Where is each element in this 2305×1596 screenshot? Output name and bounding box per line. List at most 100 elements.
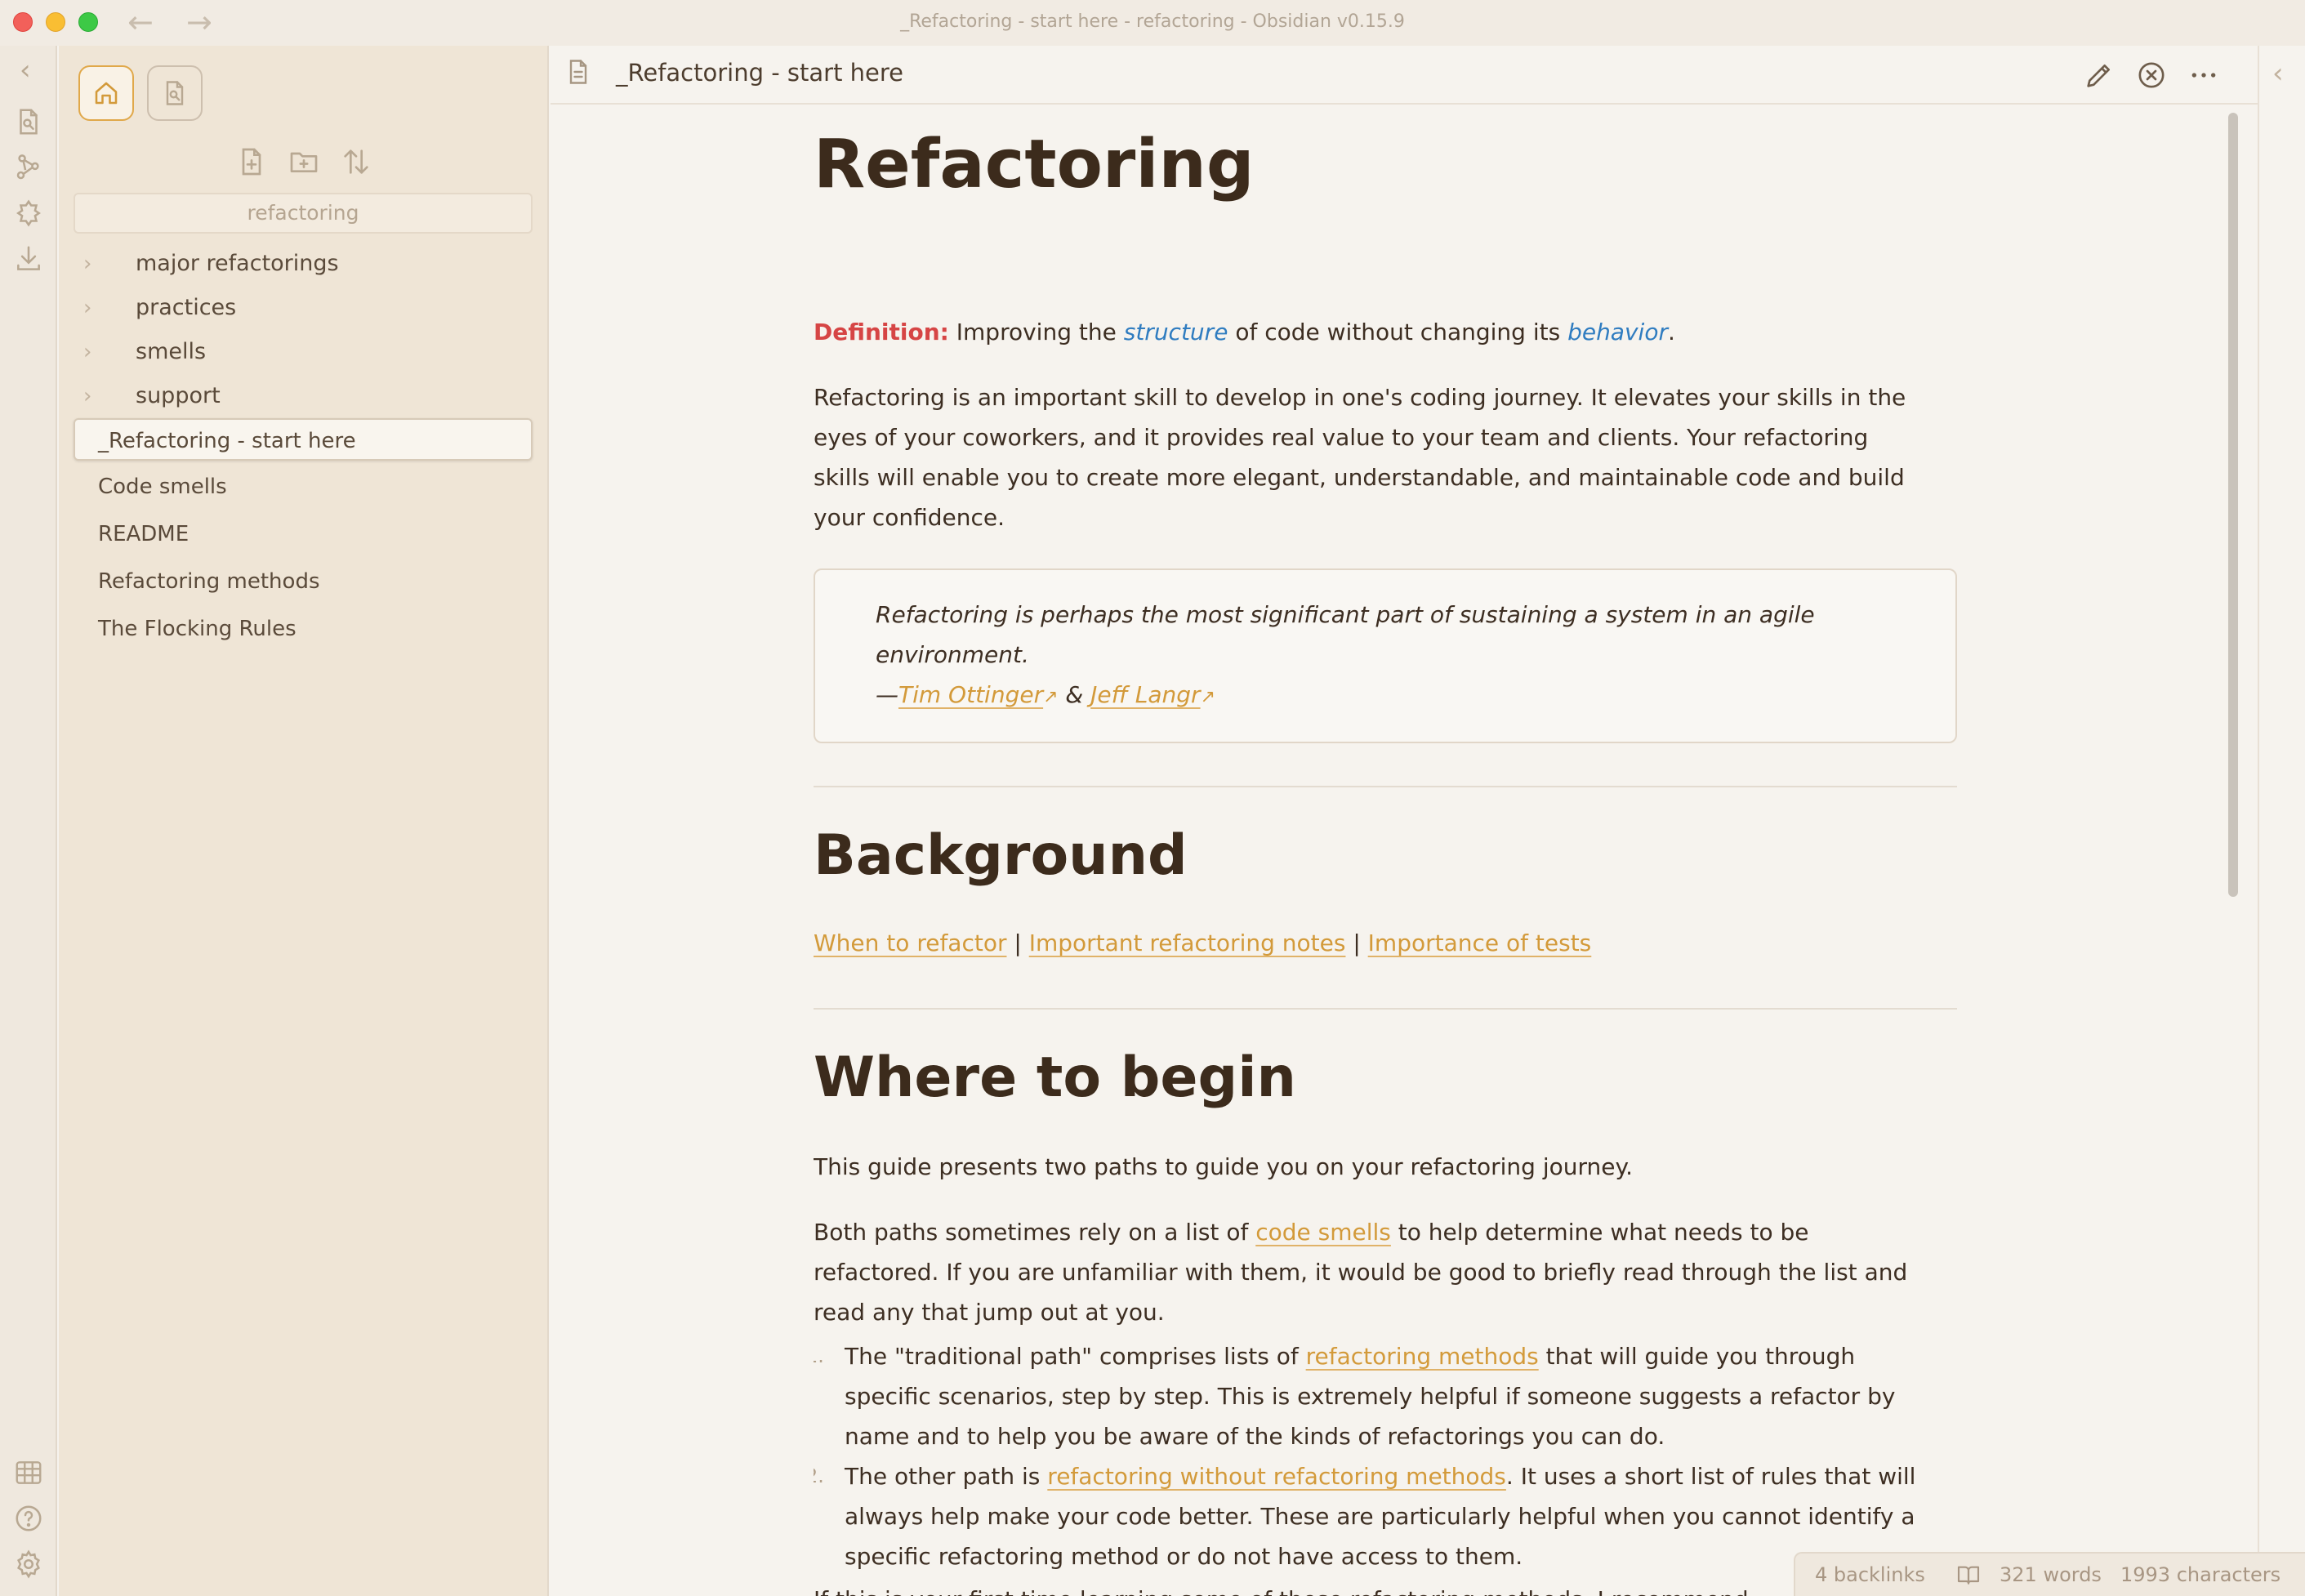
file-icon [564, 57, 593, 87]
refactoring-methods-link[interactable]: refactoring methods [1306, 1343, 1539, 1370]
chevron-right-icon: › [83, 340, 92, 364]
definition-text: of code without changing its [1228, 319, 1568, 346]
character-count: 1993 characters [2120, 1563, 2281, 1586]
text-span: The "traditional path" comprises lists o… [845, 1343, 1306, 1370]
paragraph-line: Both paths sometimes rely on a list of c… [814, 1212, 1957, 1252]
when-to-refactor-link[interactable]: When to refactor [814, 930, 1006, 956]
intro-line: Refactoring is an important skill to dev… [814, 384, 1906, 411]
definition-text: . [1667, 319, 1675, 346]
heading-where-to-begin: Where to begin [814, 1045, 1296, 1110]
quote-line: environment. [876, 641, 1029, 668]
file-label: Code smells [98, 475, 227, 499]
reading-view-icon[interactable] [1955, 1562, 1982, 1593]
files-tab[interactable] [78, 65, 134, 121]
file-search-icon [166, 81, 184, 105]
file-readme[interactable]: README [74, 513, 533, 555]
definition-label: Definition: [814, 319, 949, 346]
close-circle-icon[interactable] [2135, 59, 2168, 91]
scrollbar[interactable] [2225, 113, 2241, 1583]
list-line: The other path is refactoring without re… [845, 1456, 1957, 1496]
structure-emphasis: structure [1123, 319, 1228, 346]
external-link-icon: ↗ [1200, 687, 1215, 707]
jeff-langr-link[interactable]: Jeff Langr [1090, 681, 1200, 708]
list-line: always help make your code better. These… [845, 1503, 1915, 1530]
file-the-flocking-rules[interactable]: The Flocking Rules [74, 608, 533, 650]
link-separator: | [1345, 930, 1368, 956]
file-refactoring-methods[interactable]: Refactoring methods [74, 560, 533, 603]
file-refactoring-start-here[interactable]: _Refactoring - start here [74, 418, 533, 461]
intro-paragraph: Refactoring is an important skill to dev… [814, 377, 1957, 537]
new-folder-icon[interactable] [288, 145, 320, 178]
chevron-right-icon: › [83, 384, 92, 408]
left-ribbon: ‹ [0, 46, 57, 1596]
divider [814, 786, 1957, 787]
importance-of-tests-link[interactable]: Importance of tests [1368, 930, 1592, 956]
folder-practices[interactable]: › practices [74, 288, 533, 328]
new-note-icon[interactable] [235, 145, 268, 178]
quote-line: Refactoring is perhaps the most signific… [876, 601, 1815, 628]
folder-smells[interactable]: › smells [74, 332, 533, 372]
text-span: . It uses a short list of rules that wil… [1505, 1463, 1916, 1490]
list-line: name and to help you be aware of the kin… [845, 1423, 1665, 1450]
folder-label: support [136, 383, 221, 408]
paragraph-line: refactored. If you are unfamiliar with t… [814, 1259, 1908, 1286]
chevron-right-icon: › [83, 252, 92, 276]
begin-paragraph-1: This guide presents two paths to guide y… [814, 1153, 1633, 1180]
quote-dash: — [876, 681, 898, 708]
folder-label: smells [136, 339, 207, 364]
text-span: Both paths sometimes rely on a list of [814, 1219, 1256, 1246]
scrollbar-thumb[interactable] [2228, 113, 2238, 897]
file-label: _Refactoring - start here [98, 429, 356, 453]
file-label: The Flocking Rules [98, 617, 296, 641]
status-bar: 4 backlinks 321 words 1993 characters [1794, 1552, 2305, 1596]
note-content: ⌄ Refactoring Definition: Improving the … [814, 105, 1957, 1596]
home-icon [95, 82, 118, 105]
text-span: to help determine what needs to be [1390, 1219, 1809, 1246]
background-links: When to refactor | Important refactoring… [814, 923, 1957, 963]
external-link-icon: ↗ [1043, 687, 1059, 707]
search-tab[interactable] [147, 65, 203, 121]
folder-label: practices [136, 295, 237, 320]
heading-background: Background [814, 823, 1188, 888]
important-refactoring-notes-link[interactable]: Important refactoring notes [1029, 930, 1346, 956]
settings-icon[interactable] [13, 1549, 44, 1580]
tim-ottinger-link[interactable]: Tim Ottinger [898, 681, 1043, 708]
folder-major-refactorings[interactable]: › major refactorings [74, 243, 533, 284]
link-separator: | [1006, 930, 1029, 956]
list-line: specific refactoring method or do not ha… [845, 1543, 1523, 1570]
view-header: _Refactoring - start here [551, 46, 2258, 105]
backlinks-count[interactable]: 4 backlinks [1815, 1563, 1925, 1586]
list-line: The "traditional path" comprises lists o… [845, 1336, 1957, 1376]
graph-view-icon[interactable] [13, 152, 44, 183]
help-icon[interactable] [13, 1503, 44, 1534]
refactoring-without-methods-link[interactable]: refactoring without refactoring methods [1047, 1463, 1506, 1490]
plugin-icon[interactable] [13, 198, 44, 229]
chevron-left-icon: ‹ [2272, 57, 2284, 90]
vault-name[interactable]: refactoring [74, 193, 533, 234]
begin-paragraph-2: Both paths sometimes rely on a list of c… [814, 1212, 1957, 1332]
right-sidebar-toggle[interactable]: ‹ [2258, 46, 2305, 1596]
blockquote: Refactoring is perhaps the most signific… [814, 568, 1957, 743]
note-title[interactable]: _Refactoring - start here [616, 59, 903, 87]
file-code-smells[interactable]: Code smells [74, 466, 533, 508]
intro-line: skills will enable you to create more el… [814, 464, 1905, 491]
more-options-icon[interactable] [2187, 59, 2220, 91]
edit-pencil-icon[interactable] [2083, 59, 2116, 91]
definition-text: Improving the [948, 319, 1124, 346]
cutoff-paragraph: If this is your first time learning some… [814, 1580, 1957, 1596]
heading-refactoring: Refactoring [814, 126, 1255, 203]
title-bar: ← → _Refactoring - start here - refactor… [0, 0, 2305, 46]
quick-switcher-icon[interactable] [13, 106, 44, 137]
sort-icon[interactable] [340, 145, 372, 178]
list-line: specific scenarios, step by step. This i… [845, 1383, 1896, 1410]
list-number: 2. [814, 1464, 824, 1487]
canvas-grid-icon[interactable] [13, 1457, 44, 1488]
behavior-emphasis: behavior [1567, 319, 1668, 346]
list-item-body: The other path is refactoring without re… [845, 1456, 1957, 1576]
quote-text: Refactoring is perhaps the most signific… [876, 595, 1856, 717]
collapse-sidebar-button[interactable]: ‹ [20, 54, 31, 87]
import-icon[interactable] [13, 243, 44, 274]
file-explorer-sidebar: refactoring › major refactorings › pract… [59, 46, 549, 1596]
folder-support[interactable]: › support [74, 376, 533, 417]
code-smells-link[interactable]: code smells [1255, 1219, 1391, 1246]
